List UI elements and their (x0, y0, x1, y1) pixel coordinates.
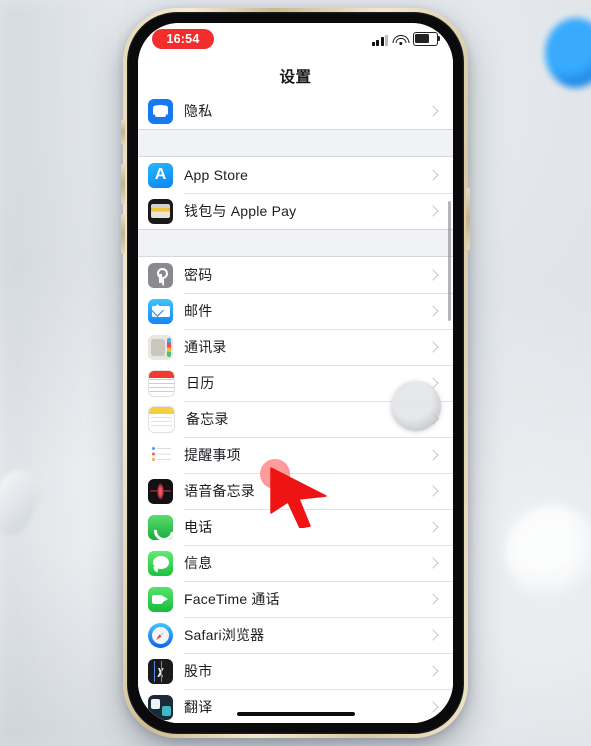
wallet-icon (148, 198, 173, 224)
mouse-object (505, 505, 591, 601)
settings-row-label: 隐私 (184, 103, 213, 119)
home-indicator-bar (236, 711, 355, 716)
cellular-bars-icon (371, 34, 388, 46)
translate-icon (148, 694, 173, 720)
status-bar-right-icons (371, 32, 441, 46)
settings-row-label: App Store (184, 167, 249, 183)
settings-row[interactable]: 通讯录 (138, 329, 453, 365)
chevron-right-icon (427, 557, 439, 569)
settings-row-label: 邮件 (184, 303, 213, 319)
chevron-right-icon (427, 629, 439, 641)
chevron-right-icon (427, 341, 439, 353)
settings-row[interactable]: 信息 (138, 545, 453, 581)
notes-icon (148, 405, 175, 433)
wifi-icon (392, 34, 409, 46)
settings-row[interactable]: 隐私 (138, 93, 453, 129)
phone-icon (148, 514, 173, 540)
settings-row[interactable]: 翻译 (138, 689, 453, 723)
silent-switch[interactable] (121, 120, 125, 144)
chevron-right-icon (427, 449, 439, 461)
voice-memos-icon (148, 478, 173, 504)
page-title: 设置 (279, 69, 312, 86)
settings-row-label: 提醒事项 (184, 447, 241, 463)
red-arrow-cursor (270, 467, 327, 528)
blue-round-object (545, 18, 591, 88)
settings-row-label: Safari浏览器 (184, 627, 265, 643)
safari-icon (148, 622, 173, 648)
settings-row-label: 日历 (186, 375, 215, 391)
settings-row-label: 钱包与 Apple Pay (184, 203, 297, 219)
privacy-hand-icon (148, 98, 173, 124)
status-bar: 16:54 (138, 23, 453, 59)
chevron-right-icon (427, 205, 439, 217)
calendar-icon (148, 369, 175, 397)
settings-row[interactable]: Safari浏览器 (138, 617, 453, 653)
settings-row-label: 信息 (184, 555, 213, 571)
settings-row[interactable]: 密码 (138, 257, 453, 293)
list-group-separator (138, 129, 453, 157)
volume-up-button[interactable] (121, 164, 125, 204)
chevron-right-icon (427, 593, 439, 605)
contacts-icon (148, 334, 173, 360)
chevron-right-icon (427, 269, 439, 281)
iphone-device: 16:54 设置 隐私App Store钱包与 Ap (121, 8, 470, 738)
phone-screen: 16:54 设置 隐私App Store钱包与 Ap (138, 23, 453, 723)
navigation-bar: 设置 (138, 59, 453, 93)
chevron-right-icon (427, 105, 439, 117)
chevron-right-icon (427, 169, 439, 181)
settings-row[interactable]: 邮件 (138, 293, 453, 329)
chevron-right-icon (427, 485, 439, 497)
scroll-indicator[interactable] (447, 201, 451, 321)
settings-row[interactable]: FaceTime 通话 (138, 581, 453, 617)
left-shadow (0, 0, 120, 746)
recording-time-badge[interactable]: 16:54 (152, 29, 214, 49)
chevron-right-icon (427, 305, 439, 317)
passwords-key-icon (148, 262, 173, 288)
reminders-icon (148, 442, 173, 468)
stocks-icon (148, 658, 173, 684)
settings-row[interactable]: 股市 (138, 653, 453, 689)
chevron-right-icon (427, 701, 439, 713)
settings-row-label: 股市 (184, 663, 213, 679)
battery-fill (415, 34, 430, 44)
chevron-right-icon (427, 665, 439, 677)
volume-down-button[interactable] (121, 214, 125, 254)
list-group-separator (138, 229, 453, 257)
messages-icon (148, 550, 173, 576)
power-button[interactable] (466, 188, 470, 250)
facetime-icon (148, 586, 173, 612)
settings-row[interactable]: 钱包与 Apple Pay (138, 193, 453, 229)
chevron-right-icon (427, 521, 439, 533)
screen-recording-touch-indicator (391, 381, 441, 431)
mail-icon (148, 298, 173, 324)
app-store-icon (148, 162, 173, 188)
settings-row-label: FaceTime 通话 (184, 591, 280, 607)
battery-icon (413, 32, 441, 46)
settings-row[interactable]: App Store (138, 157, 453, 193)
settings-row-label: 密码 (184, 267, 213, 283)
settings-row-label: 通讯录 (184, 339, 227, 355)
device-bezel: 16:54 设置 隐私App Store钱包与 Ap (127, 12, 464, 734)
